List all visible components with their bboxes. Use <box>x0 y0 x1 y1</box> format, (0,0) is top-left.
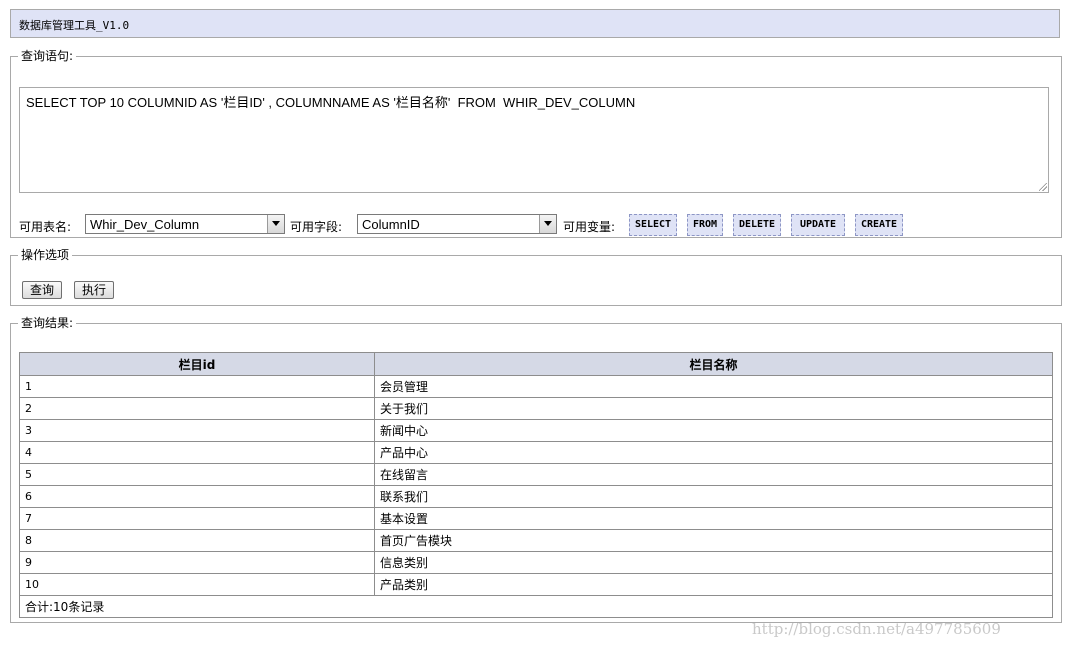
column-header-id: 栏目id <box>19 352 375 376</box>
operations-panel-legend: 操作选项 <box>21 248 70 262</box>
cell-name: 产品中心 <box>374 441 1053 464</box>
app-title: 数据库管理工具_V1.0 <box>19 19 130 32</box>
cell-id: 5 <box>19 463 375 486</box>
result-panel: 查询结果: 栏目id 栏目名称 1 会员管理 2 关于我们 3 新闻中心 4 产品中心 … <box>10 316 1062 623</box>
cell-id: 6 <box>19 485 375 508</box>
cell-id: 10 <box>19 573 375 596</box>
query-button[interactable]: 查询 <box>22 281 62 299</box>
cell-name: 会员管理 <box>374 375 1053 398</box>
chevron-down-icon[interactable] <box>539 215 556 233</box>
cell-name: 信息类别 <box>374 551 1053 574</box>
table-footer-row: 合计:10条记录 <box>19 595 1053 618</box>
chevron-down-icon[interactable] <box>267 215 284 233</box>
field-select[interactable]: ColumnID <box>357 214 557 234</box>
table-row: 10 产品类别 <box>19 573 1053 596</box>
cell-name: 基本设置 <box>374 507 1053 530</box>
var-button-select[interactable]: SELECT <box>629 214 677 236</box>
table-row: 6 联系我们 <box>19 485 1053 508</box>
var-button-create[interactable]: CREATE <box>855 214 903 236</box>
cell-name: 产品类别 <box>374 573 1053 596</box>
cell-name: 在线留言 <box>374 463 1053 486</box>
sql-input[interactable]: SELECT TOP 10 COLUMNID AS '栏目ID' , COLUM… <box>19 87 1049 193</box>
execute-button[interactable]: 执行 <box>74 281 114 299</box>
cell-id: 4 <box>19 441 375 464</box>
table-row: 7 基本设置 <box>19 507 1053 530</box>
cell-id: 7 <box>19 507 375 530</box>
table-row: 8 首页广告模块 <box>19 529 1053 552</box>
query-panel-legend: 查询语句: <box>21 49 74 63</box>
table-row: 4 产品中心 <box>19 441 1053 464</box>
cell-id: 8 <box>19 529 375 552</box>
result-panel-legend: 查询结果: <box>21 316 74 330</box>
cell-name: 关于我们 <box>374 397 1053 420</box>
field-select-value: ColumnID <box>362 217 420 232</box>
query-options-row: 可用表名: Whir_Dev_Column 可用字段: ColumnID 可用变… <box>11 214 1061 236</box>
var-button-update[interactable]: UPDATE <box>791 214 845 236</box>
cell-id: 3 <box>19 419 375 442</box>
table-row: 3 新闻中心 <box>19 419 1053 442</box>
table-row: 9 信息类别 <box>19 551 1053 574</box>
table-row: 2 关于我们 <box>19 397 1053 420</box>
table-select-value: Whir_Dev_Column <box>90 217 200 232</box>
cell-id: 9 <box>19 551 375 574</box>
cell-name: 新闻中心 <box>374 419 1053 442</box>
cell-name: 首页广告模块 <box>374 529 1053 552</box>
query-panel: 查询语句: SELECT TOP 10 COLUMNID AS '栏目ID' ,… <box>10 49 1062 238</box>
operations-panel: 操作选项 查询 执行 <box>10 248 1062 306</box>
vars-label: 可用变量: <box>563 220 616 234</box>
cell-name: 联系我们 <box>374 485 1053 508</box>
app-title-bar: 数据库管理工具_V1.0 <box>10 9 1060 38</box>
cell-id: 2 <box>19 397 375 420</box>
table-row: 1 会员管理 <box>19 375 1053 398</box>
var-button-from[interactable]: FROM <box>687 214 723 236</box>
table-row: 5 在线留言 <box>19 463 1053 486</box>
watermark: http://blog.csdn.net/a497785609 <box>752 620 1001 638</box>
table-label: 可用表名: <box>19 220 72 234</box>
table-header-row: 栏目id 栏目名称 <box>19 352 1053 376</box>
column-header-name: 栏目名称 <box>374 352 1053 376</box>
record-count: 合计:10条记录 <box>19 595 1053 618</box>
var-button-delete[interactable]: DELETE <box>733 214 781 236</box>
table-select[interactable]: Whir_Dev_Column <box>85 214 285 234</box>
field-label: 可用字段: <box>290 220 343 234</box>
result-table: 栏目id 栏目名称 1 会员管理 2 关于我们 3 新闻中心 4 产品中心 5 在线留言 … <box>19 352 1053 618</box>
cell-id: 1 <box>19 375 375 398</box>
resize-grip-icon[interactable] <box>1039 183 1047 191</box>
